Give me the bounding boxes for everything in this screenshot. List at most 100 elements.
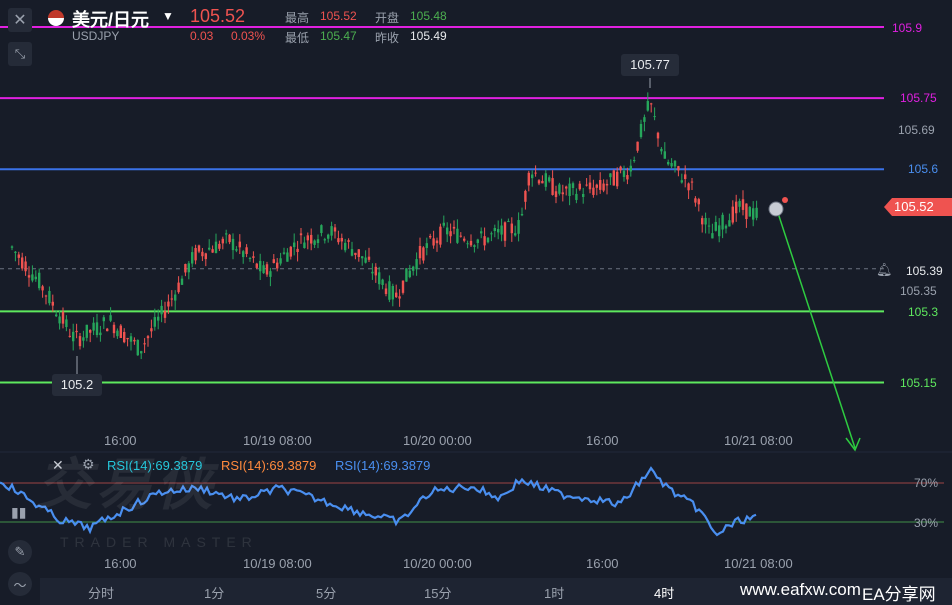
- candle-body: [476, 239, 479, 243]
- timeframe-tab[interactable]: 1时: [544, 583, 564, 602]
- candle-body: [143, 343, 146, 345]
- alert-price-tag: 105.39: [906, 264, 943, 278]
- candle-body: [218, 243, 221, 249]
- candle-body: [231, 238, 235, 251]
- candle-body: [429, 235, 432, 238]
- candle-body: [150, 328, 153, 332]
- candle-body: [483, 236, 486, 246]
- rsi-level-70: 70%: [914, 476, 939, 490]
- prev-close-label: 昨收: [375, 31, 400, 45]
- candle-body: [490, 233, 493, 235]
- candle-body: [112, 324, 116, 334]
- candle-body: [367, 256, 371, 260]
- candle-body: [714, 221, 717, 231]
- axis-label-105-35: 105.35: [900, 284, 937, 298]
- candle-body: [27, 275, 31, 278]
- candle-body: [388, 281, 391, 300]
- peak-annotation: 105.77: [621, 54, 679, 76]
- candle-body: [633, 160, 636, 162]
- close-button[interactable]: ✕: [8, 8, 32, 32]
- candle-body: [184, 264, 187, 273]
- rsi-level-30: 30%: [914, 516, 939, 530]
- price-change: 0.03: [190, 29, 214, 43]
- draw-button[interactable]: ✎: [8, 540, 32, 564]
- candle-body: [442, 222, 445, 226]
- candle-body: [187, 263, 190, 273]
- candle-body: [680, 180, 683, 183]
- candle-body: [568, 183, 571, 197]
- timeframe-tab[interactable]: 5分: [316, 583, 336, 602]
- candle-body: [469, 240, 473, 246]
- candle-body: [514, 233, 517, 236]
- candle-body: [493, 227, 496, 231]
- candle-body: [694, 198, 697, 203]
- candle-body: [371, 271, 374, 274]
- rsi-label-1: RSI(14):69.3879: [107, 458, 203, 473]
- candle-body: [656, 132, 660, 139]
- candle-body: [422, 247, 425, 261]
- time-tick: 16:00: [104, 433, 137, 448]
- current-price-tag: 105.52: [884, 198, 952, 216]
- candle-body: [38, 272, 41, 289]
- candle-body: [592, 187, 595, 195]
- indicator-button[interactable]: 〜: [8, 572, 32, 596]
- candle-body: [418, 246, 422, 259]
- candle-body: [605, 183, 609, 186]
- high-label: 最高: [285, 11, 310, 25]
- candle-body: [160, 305, 163, 315]
- collapse-icon: ⤡: [14, 46, 26, 61]
- timeframe-tab[interactable]: 15分: [424, 583, 451, 602]
- collapse-button[interactable]: ⤡: [8, 42, 32, 66]
- timeframe-tab[interactable]: 分时: [88, 583, 114, 602]
- candle-body: [622, 170, 626, 177]
- settings-icon[interactable]: ⚙: [82, 456, 95, 473]
- candle-body: [10, 246, 14, 248]
- candle-body: [558, 184, 561, 194]
- candle-body: [395, 292, 398, 298]
- flag-us-icon: [48, 10, 64, 26]
- candle-body: [629, 165, 632, 172]
- candle-body: [92, 322, 95, 331]
- timeframe-tab[interactable]: 1分: [204, 583, 224, 602]
- candle-body: [61, 311, 65, 324]
- indicator-icon[interactable]: ▮▮: [11, 504, 26, 521]
- candle-body: [99, 332, 102, 336]
- candle-body: [296, 248, 299, 252]
- candle-body: [85, 324, 88, 338]
- timeframe-tab-active[interactable]: 4时: [654, 583, 674, 602]
- chevron-down-icon[interactable]: ▼: [162, 9, 174, 23]
- candle-body: [432, 238, 435, 246]
- candle-body: [384, 288, 388, 294]
- last-price: 105.52: [190, 6, 246, 26]
- candle-body: [177, 282, 180, 293]
- bell-icon[interactable]: 🔔︎: [876, 262, 893, 278]
- candle-body: [667, 161, 670, 165]
- candle-body: [252, 256, 255, 258]
- level-tag-105-9: 105.9: [888, 19, 927, 37]
- candle-body: [381, 279, 384, 286]
- candle-body: [289, 246, 292, 257]
- candle-body: [163, 310, 167, 318]
- candle-body: [245, 247, 248, 254]
- candle-body: [320, 225, 323, 234]
- watermark-sub: TRADER MASTER: [60, 534, 258, 550]
- candle-body: [517, 220, 520, 234]
- candle-body: [408, 270, 411, 278]
- time-tick: 16:00: [586, 433, 619, 448]
- candle-body: [279, 258, 282, 264]
- candle-body: [459, 235, 462, 237]
- candle-body: [170, 298, 173, 300]
- candle-body: [276, 262, 279, 269]
- candle-body: [242, 251, 245, 258]
- candle-body: [731, 206, 734, 223]
- candle-body: [214, 241, 218, 254]
- candle-body: [51, 301, 54, 306]
- candle-body: [235, 249, 238, 251]
- candle-body: [17, 254, 20, 258]
- candle-body: [595, 184, 598, 188]
- candle-body: [446, 227, 449, 235]
- rsi-time-tick: 10/20 00:00: [403, 556, 472, 571]
- close-rsi-icon[interactable]: ✕: [52, 457, 64, 474]
- candle-body: [330, 226, 333, 236]
- candle-body: [704, 218, 707, 225]
